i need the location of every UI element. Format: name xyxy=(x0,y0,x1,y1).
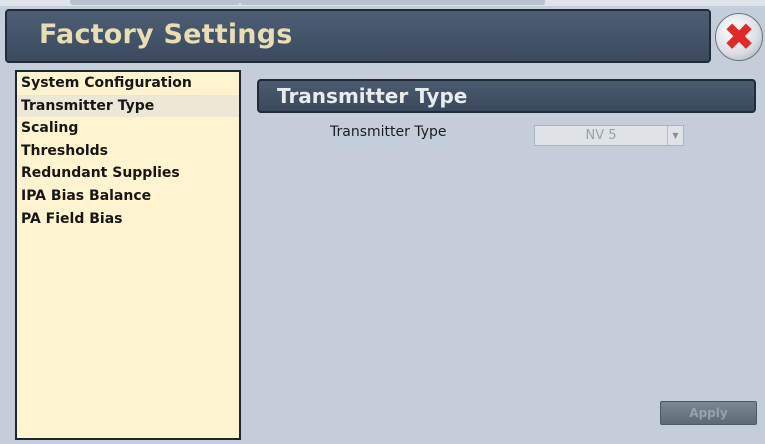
close-button[interactable]: ✖ xyxy=(715,13,763,61)
sidebar: System Configuration Transmitter Type Sc… xyxy=(15,70,241,440)
sidebar-item-thresholds[interactable]: Thresholds xyxy=(17,140,239,163)
sidebar-item-ipa-bias-balance[interactable]: IPA Bias Balance xyxy=(17,185,239,208)
sidebar-item-system-configuration[interactable]: System Configuration xyxy=(17,72,239,95)
top-tab xyxy=(70,0,240,5)
close-icon: ✖ xyxy=(723,15,755,59)
chevron-down-icon: ▼ xyxy=(667,126,683,145)
transmitter-type-label: Transmitter Type xyxy=(330,124,447,140)
title-bar: Factory Settings xyxy=(5,9,711,63)
top-tab xyxy=(240,0,545,5)
transmitter-type-value: NV 5 xyxy=(585,128,617,143)
panel-header: Transmitter Type xyxy=(257,79,756,113)
sidebar-item-pa-field-bias[interactable]: PA Field Bias xyxy=(17,208,239,231)
apply-button[interactable]: Apply xyxy=(660,401,757,425)
page-title: Factory Settings xyxy=(39,19,293,50)
top-strip xyxy=(0,0,765,6)
sidebar-item-scaling[interactable]: Scaling xyxy=(17,117,239,140)
panel-title: Transmitter Type xyxy=(277,84,468,108)
sidebar-item-redundant-supplies[interactable]: Redundant Supplies xyxy=(17,162,239,185)
sidebar-item-transmitter-type[interactable]: Transmitter Type xyxy=(17,94,239,118)
transmitter-type-select[interactable]: NV 5 ▼ xyxy=(534,125,684,146)
